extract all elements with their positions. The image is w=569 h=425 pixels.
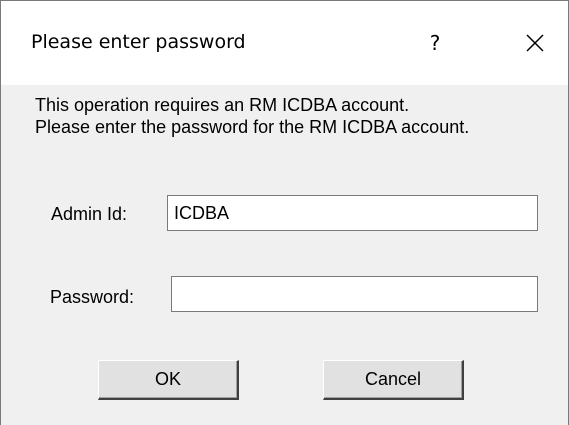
- dialog-body: This operation requires an RM ICDBA acco…: [1, 85, 568, 425]
- password-field[interactable]: [171, 276, 538, 312]
- cancel-button[interactable]: Cancel: [323, 360, 464, 400]
- password-label: Password:: [50, 287, 135, 307]
- instruction-message: This operation requires an RM ICDBA acco…: [35, 94, 469, 138]
- close-button[interactable]: [507, 19, 563, 67]
- dialog-title: Please enter password: [31, 31, 246, 53]
- help-icon: ?: [429, 31, 441, 55]
- admin-id-field[interactable]: ICDBA: [167, 195, 538, 231]
- close-icon: [526, 34, 544, 52]
- message-line-2: Please enter the password for the RM ICD…: [35, 117, 470, 137]
- admin-id-label: Admin Id:: [51, 204, 128, 224]
- help-button[interactable]: ?: [405, 19, 465, 67]
- ok-button-label: OK: [154, 369, 181, 389]
- ok-button[interactable]: OK: [98, 360, 239, 400]
- password-dialog: Please enter password ? This operation r…: [0, 0, 569, 425]
- message-line-1: This operation requires an RM ICDBA acco…: [35, 95, 410, 115]
- cancel-button-label: Cancel: [364, 369, 422, 389]
- title-bar[interactable]: Please enter password ?: [1, 1, 568, 85]
